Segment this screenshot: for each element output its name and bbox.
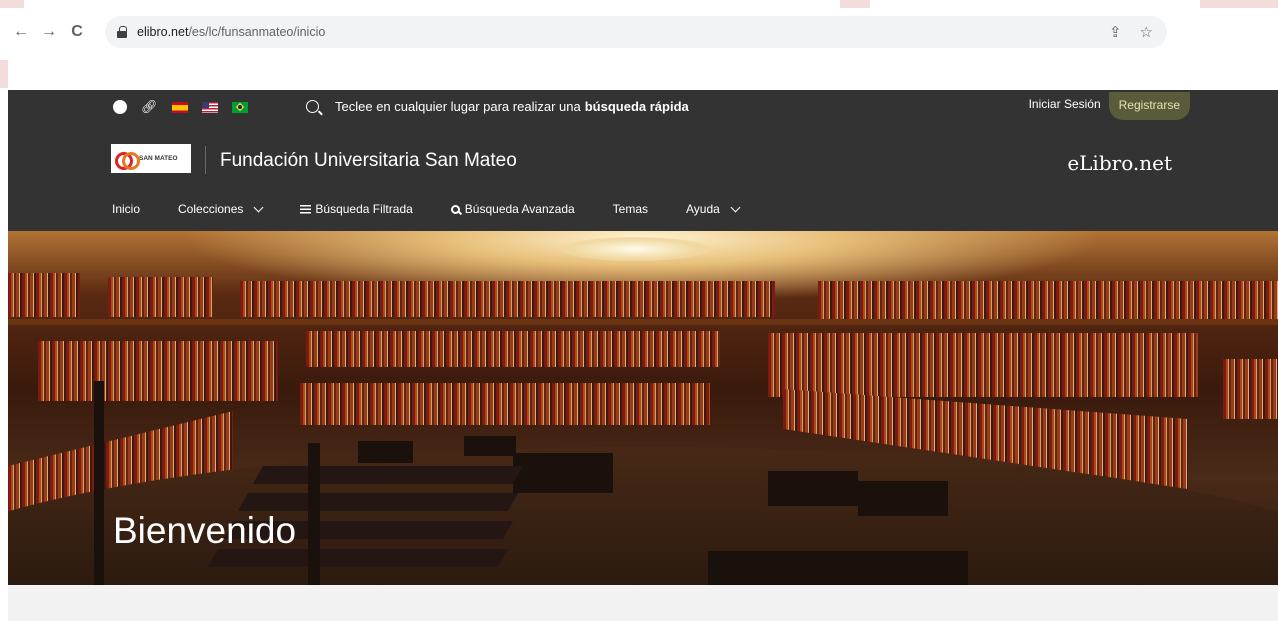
menu-item-label: Colecciones xyxy=(178,202,244,216)
menu-item-label: Búsqueda Filtrada xyxy=(315,202,413,216)
desk-image xyxy=(464,436,516,456)
site-frame: 🔗︎ Teclee en cualquier lugar para realiz… xyxy=(8,90,1278,585)
bookshelf-image xyxy=(8,273,80,317)
hero-title: Bienvenido xyxy=(113,510,297,551)
menu-item-label: Inicio xyxy=(112,202,141,216)
search-icon xyxy=(450,204,460,214)
institution-logo[interactable]: SAN MATEO xyxy=(111,144,191,173)
menu-item-topics[interactable]: Temas xyxy=(613,202,648,216)
menu-item-advanced-search[interactable]: Búsqueda Avanzada xyxy=(450,202,575,216)
desk-image xyxy=(768,471,858,506)
address-bar-actions: ⇪ ☆ xyxy=(1109,23,1153,41)
menu-item-home[interactable]: Inicio xyxy=(112,202,140,216)
pillar-image xyxy=(94,381,104,585)
brazil-flag-icon[interactable] xyxy=(231,101,248,113)
quick-search-hint[interactable]: Teclee en cualquier lugar para realizar … xyxy=(306,99,689,114)
address-bar[interactable]: elibro.net /es/lc/funsanmateo/inicio ⇪ ☆ xyxy=(105,16,1167,48)
desk-image xyxy=(358,441,413,463)
menu-item-label: Ayuda xyxy=(686,202,720,216)
forward-icon[interactable]: → xyxy=(38,21,60,43)
desk-image xyxy=(708,551,968,585)
bookshelf-image xyxy=(38,341,278,401)
quick-search-bold: búsqueda rápida xyxy=(584,99,689,114)
search-icon xyxy=(306,100,319,113)
register-button[interactable]: Registrarse xyxy=(1108,92,1190,120)
bench-image xyxy=(252,466,524,484)
bookshelf-image xyxy=(108,277,213,317)
desk-image xyxy=(513,453,613,493)
bookshelf-image xyxy=(306,331,720,367)
url-host: elibro.net xyxy=(137,25,189,39)
lock-icon xyxy=(117,26,127,38)
hero-banner: Bienvenido xyxy=(8,231,1278,585)
bookshelf-image xyxy=(1223,359,1278,419)
menu-item-collections[interactable]: Colecciones xyxy=(178,202,264,216)
logo-mark-icon xyxy=(115,151,140,170)
decorative-mark xyxy=(840,0,870,8)
sliders-icon xyxy=(300,204,312,214)
menu-item-label: Temas xyxy=(612,202,649,216)
quick-search-text: Teclee en cualquier lugar para realizar … xyxy=(335,99,581,114)
brand-divider xyxy=(205,146,206,174)
bookshelf-image xyxy=(818,281,1278,321)
auth-links: Iniciar Sesión Registrarse xyxy=(1029,90,1190,120)
utility-bar: 🔗︎ Teclee en cualquier lugar para realiz… xyxy=(8,90,1278,126)
back-icon[interactable]: ← xyxy=(10,21,32,43)
login-link[interactable]: Iniciar Sesión xyxy=(1029,97,1101,111)
usa-flag-icon[interactable] xyxy=(201,101,218,113)
spain-flag-icon[interactable] xyxy=(171,101,188,113)
utility-icons: 🔗︎ xyxy=(113,99,248,115)
chevron-down-icon xyxy=(253,202,264,212)
menu-item-label: Búsqueda Avanzada xyxy=(464,202,575,216)
brand-row: SAN MATEO Fundación Universitaria San Ma… xyxy=(8,138,1278,182)
decorative-mark xyxy=(0,60,8,88)
url-path: /es/lc/funsanmateo/inicio xyxy=(188,25,326,39)
reload-icon[interactable]: C xyxy=(66,21,88,43)
globe-icon[interactable] xyxy=(113,100,127,114)
content-area xyxy=(8,585,1278,621)
balcony-ledge xyxy=(8,319,1278,325)
menu-item-help[interactable]: Ayuda xyxy=(686,202,741,216)
desk-image xyxy=(858,481,948,516)
menu-item-filtered-search[interactable]: Búsqueda Filtrada xyxy=(300,202,413,216)
bookshelf-image xyxy=(300,383,710,425)
link-icon[interactable]: 🔗︎ xyxy=(141,99,158,115)
elibro-logo[interactable]: eLibro.net xyxy=(1067,151,1172,175)
organization-name: Fundación Universitaria San Mateo xyxy=(220,150,517,171)
pillar-image xyxy=(308,443,320,585)
browser-toolbar: ← → C elibro.net /es/lc/funsanmateo/inic… xyxy=(0,8,1278,56)
decorative-mark xyxy=(0,0,24,8)
ceiling-lamp-image xyxy=(560,237,710,261)
chevron-down-icon xyxy=(730,202,741,212)
logo-text: SAN MATEO xyxy=(139,154,178,162)
share-icon[interactable]: ⇪ xyxy=(1109,23,1122,41)
main-menu: Inicio Colecciones Búsqueda Filtrada Bús… xyxy=(112,202,777,216)
bookshelf-image xyxy=(240,281,775,317)
star-icon[interactable]: ☆ xyxy=(1140,23,1153,41)
bookshelf-image xyxy=(768,333,1198,397)
bench-image xyxy=(237,493,519,511)
decorative-mark xyxy=(1200,0,1278,8)
